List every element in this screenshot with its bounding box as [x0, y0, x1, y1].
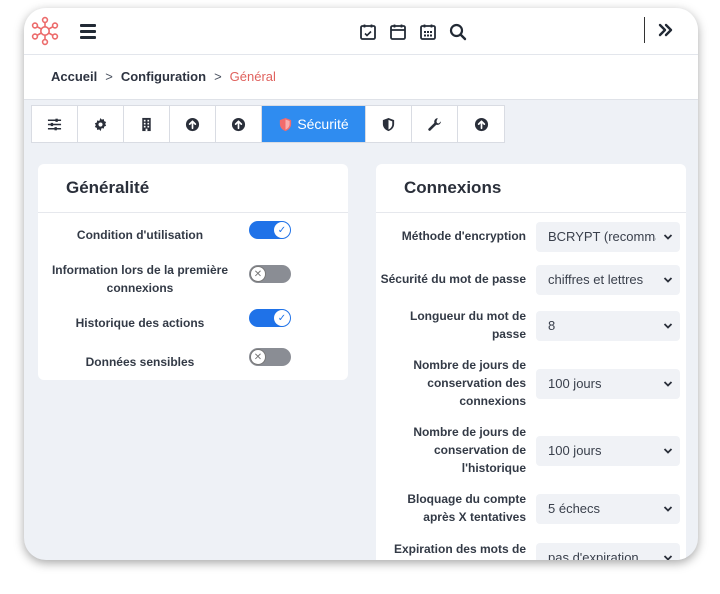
toggle-premiere-connexion[interactable]: ✕	[249, 265, 291, 283]
breadcrumb-home[interactable]: Accueil	[51, 69, 97, 84]
shield-half-icon	[382, 117, 395, 131]
calendar-check-icon[interactable]	[358, 22, 378, 42]
select-value: 8	[548, 318, 556, 333]
select-value: BCRYPT (recommandé)	[548, 229, 656, 244]
tab-securite[interactable]: Sécurité	[262, 106, 366, 142]
breadcrumb-separator: >	[214, 69, 222, 84]
breadcrumb-bar: Accueil > Configuration > Général	[24, 55, 698, 100]
check-icon: ✓	[274, 310, 290, 326]
connections-card: Connexions Méthode d'encryption BCRYPT (…	[376, 164, 686, 560]
double-chevron-right-icon[interactable]	[656, 20, 676, 40]
select-value: chiffres et lettres	[548, 272, 644, 287]
menu-icon[interactable]	[80, 24, 96, 39]
general-item-label: Information lors de la première connexio…	[51, 263, 229, 295]
connections-card-title: Connexions	[376, 164, 686, 213]
gear-icon	[94, 117, 107, 131]
encryption-method-select[interactable]: BCRYPT (recommandé)	[536, 222, 680, 252]
settings-toolbar: Sécurité	[31, 105, 505, 143]
breadcrumb-current: Général	[229, 69, 276, 84]
general-item-label: Données sensibles	[85, 355, 195, 369]
chevron-down-icon	[663, 381, 673, 387]
tab-upload-2[interactable]	[216, 106, 262, 142]
general-card-title: Généralité	[38, 164, 348, 213]
field-label: Nombre de jours de conservation de l'his…	[413, 425, 526, 475]
password-security-select[interactable]: chiffres et lettres	[536, 265, 680, 295]
calendar-icon[interactable]	[388, 22, 408, 42]
connection-retention-select[interactable]: 100 jours	[536, 369, 680, 399]
field-label: Méthode d'encryption	[401, 229, 526, 243]
top-bar	[24, 8, 698, 55]
tab-sliders[interactable]	[32, 106, 78, 142]
chevron-down-icon	[663, 323, 673, 329]
general-item-label: Condition d'utilisation	[76, 228, 204, 242]
password-expiration-select[interactable]: pas d'expiration	[536, 543, 680, 560]
tab-shield[interactable]	[366, 106, 412, 142]
field-label: Longueur du mot de passe	[410, 309, 526, 341]
general-item-label: Historique des actions	[75, 316, 205, 330]
chevron-down-icon	[663, 277, 673, 283]
building-icon	[142, 117, 151, 131]
arrow-up-circle-icon	[185, 117, 200, 131]
toggle-donnees-sensibles[interactable]: ✕	[249, 348, 291, 366]
sliders-icon	[47, 118, 62, 130]
tab-tools[interactable]	[412, 106, 458, 142]
field-label: Bloquage du compte après X tentatives	[407, 492, 526, 524]
toggle-historique-actions[interactable]: ✓	[249, 309, 291, 327]
calendar-grid-icon[interactable]	[418, 22, 438, 42]
select-value: 100 jours	[548, 443, 602, 458]
arrow-up-circle-icon	[231, 117, 246, 131]
breadcrumb-configuration[interactable]: Configuration	[121, 69, 206, 84]
history-retention-select[interactable]: 100 jours	[536, 436, 680, 466]
app-window: Accueil > Configuration > Général Sécuri…	[24, 8, 698, 560]
chevron-down-icon	[663, 555, 673, 560]
tab-upload-1[interactable]	[170, 106, 216, 142]
tab-securite-label: Sécurité	[297, 116, 349, 132]
search-icon[interactable]	[448, 22, 468, 42]
logo-icon	[31, 16, 59, 46]
wrench-icon	[428, 117, 441, 131]
chevron-down-icon	[663, 448, 673, 454]
general-card: Généralité Condition d'utilisation ✓ Inf…	[38, 164, 348, 380]
breadcrumb: Accueil > Configuration > Général	[51, 69, 276, 84]
field-label: Expiration des mots de	[393, 542, 526, 556]
tab-settings[interactable]	[78, 106, 124, 142]
field-label: Sécurité du mot de passe	[380, 272, 526, 286]
arrow-up-circle-icon	[474, 117, 488, 131]
select-value: 100 jours	[548, 376, 602, 391]
chevron-down-icon	[663, 234, 673, 240]
close-icon: ✕	[250, 349, 266, 365]
topbar-divider	[644, 17, 645, 43]
tab-building[interactable]	[124, 106, 170, 142]
select-value: 5 échecs	[548, 501, 601, 516]
close-icon: ✕	[250, 266, 266, 282]
tab-upload-3[interactable]	[458, 106, 504, 142]
shield-icon	[280, 117, 292, 131]
chevron-down-icon	[663, 506, 673, 512]
account-lockout-select[interactable]: 5 échecs	[536, 494, 680, 524]
select-value: pas d'expiration	[548, 550, 639, 560]
breadcrumb-separator: >	[105, 69, 113, 84]
field-label: Nombre de jours de conservation des conn…	[413, 358, 526, 408]
password-length-select[interactable]: 8	[536, 311, 680, 341]
toggle-condition-utilisation[interactable]: ✓	[249, 221, 291, 239]
check-icon: ✓	[274, 222, 290, 238]
